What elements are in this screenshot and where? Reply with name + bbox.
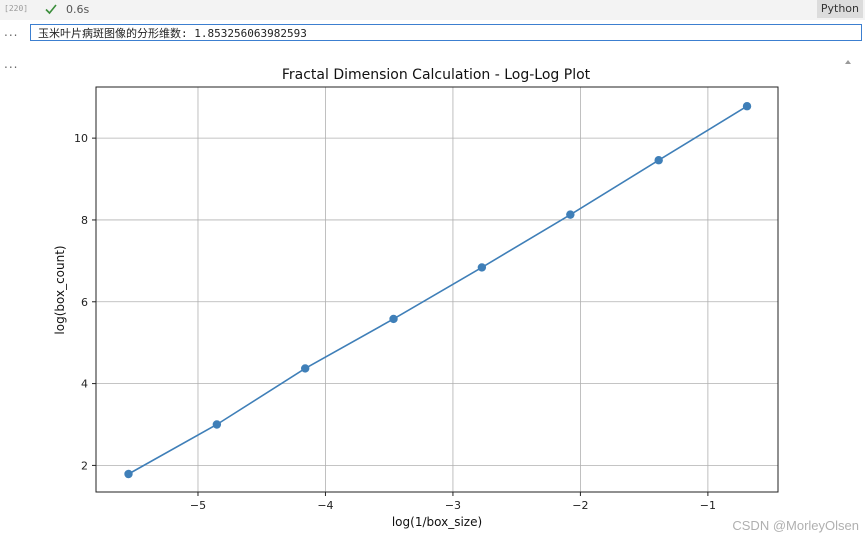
fractal-chart: −5 −4 −3 −2 −1 2 4 6 8 10 Fractal Dimension Calcu… xyxy=(53,67,779,529)
data-point xyxy=(389,314,398,324)
data-point xyxy=(212,420,222,429)
x-tick-label: −5 xyxy=(190,499,206,512)
data-point xyxy=(300,364,310,373)
watermark: CSDN @MorleyOlsen xyxy=(732,518,859,533)
y-tick-label: 10 xyxy=(74,132,88,145)
series-line xyxy=(128,105,748,475)
x-tick-label: −1 xyxy=(700,499,716,512)
x-tick-label: −4 xyxy=(317,499,333,512)
y-tick-label: 6 xyxy=(81,296,88,309)
x-axis-label: log(1/box_size) xyxy=(392,515,482,529)
grid-lines xyxy=(96,87,778,492)
data-points xyxy=(124,102,752,479)
y-tick-label: 4 xyxy=(81,378,88,391)
chart-title: Fractal Dimension Calculation - Log-Log … xyxy=(282,67,591,83)
y-tick-label: 2 xyxy=(81,459,88,472)
y-axis-label: log(box_count) xyxy=(53,245,67,334)
data-point xyxy=(654,156,663,165)
x-tick-label: −3 xyxy=(445,499,461,512)
data-point xyxy=(124,469,133,479)
y-tick-label: 8 xyxy=(81,214,88,227)
data-point xyxy=(477,263,487,272)
data-point xyxy=(566,210,575,219)
x-tick-label: −2 xyxy=(572,499,588,512)
data-point xyxy=(742,102,752,111)
